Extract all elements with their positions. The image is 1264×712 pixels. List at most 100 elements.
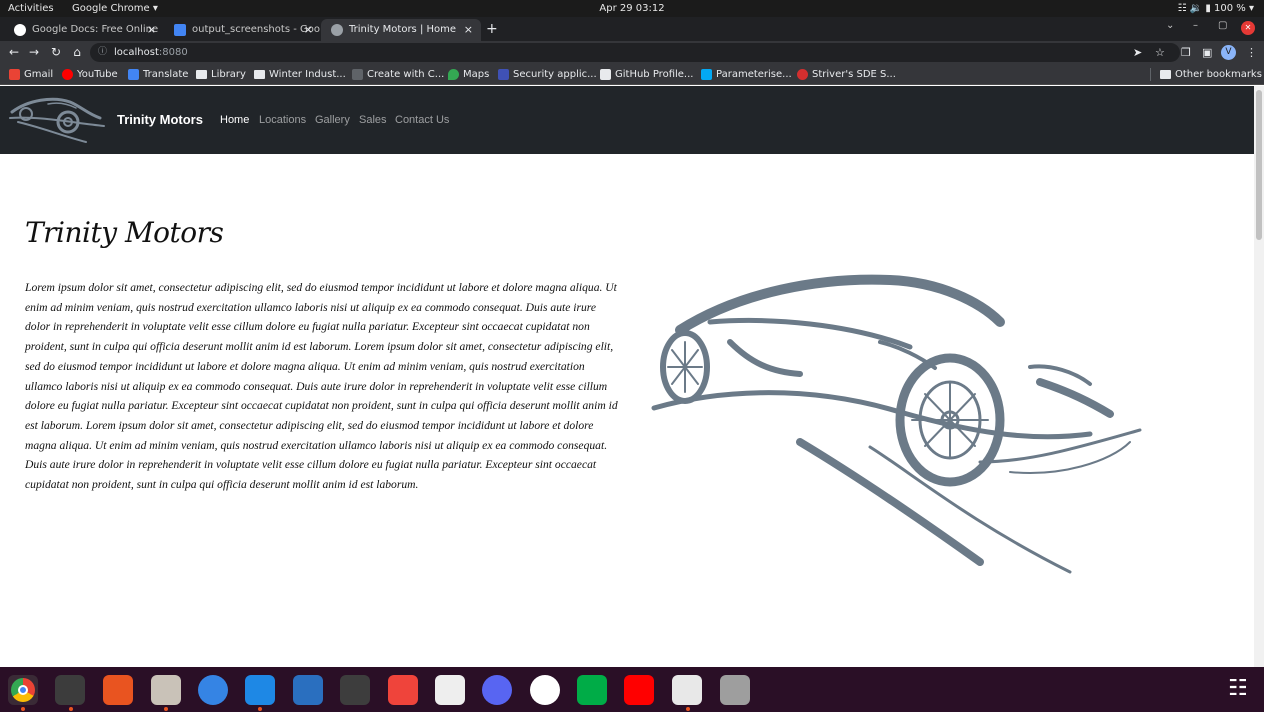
terminal-icon[interactable] xyxy=(55,675,85,705)
discord-icon[interactable] xyxy=(482,675,512,705)
tab-trinity-motors[interactable]: Trinity Motors | Home × xyxy=(321,19,481,41)
system-monitor-icon[interactable] xyxy=(340,675,370,705)
system-status-menu[interactable]: ☷ 🔉 ▮ 100 % ▾ xyxy=(1178,0,1254,17)
bookmark-label: Create with C... xyxy=(367,69,445,80)
bookmarks-bar: Gmail YouTube Translate Library Winter I… xyxy=(0,64,1264,85)
chrome-menu-icon[interactable]: ⋮ xyxy=(1246,41,1257,64)
new-tab-button[interactable]: + xyxy=(486,19,498,39)
github-icon xyxy=(600,69,611,80)
running-indicator xyxy=(686,707,690,711)
clock[interactable]: Apr 29 03:12 xyxy=(0,0,1264,17)
files-icon[interactable] xyxy=(151,675,181,705)
scrollbar-thumb[interactable] xyxy=(1256,90,1262,240)
running-indicator xyxy=(21,707,25,711)
show-apps-icon[interactable]: ☷ xyxy=(1228,675,1248,703)
page-title: Trinity Motors xyxy=(25,216,224,249)
dock-chrome[interactable] xyxy=(8,675,38,705)
software-center-icon[interactable] xyxy=(103,675,133,705)
nav-sales[interactable]: Sales xyxy=(359,114,387,126)
bookmark-security-app[interactable]: Security applic... xyxy=(498,64,597,85)
nav-home[interactable]: Home xyxy=(220,114,249,126)
bookmark-create-with[interactable]: Create with C... xyxy=(352,64,444,85)
tab-google-docs[interactable]: Google Docs: Free Online × xyxy=(4,19,164,41)
help-icon[interactable] xyxy=(198,675,228,705)
side-panel-icon[interactable]: ▣ xyxy=(1202,41,1212,64)
close-window-button[interactable]: ✕ xyxy=(1241,21,1255,35)
main-content: Trinity Motors Lorem ipsum dolor sit ame… xyxy=(0,154,1254,667)
folder-icon xyxy=(254,70,265,79)
bookmark-parameterise[interactable]: Parameterise... xyxy=(701,64,792,85)
send-to-devices-icon[interactable]: ➤ xyxy=(1133,41,1142,64)
maps-icon xyxy=(448,69,459,80)
car-illustration xyxy=(651,274,1142,574)
writer-icon[interactable] xyxy=(293,675,323,705)
system-top-bar: Activities Google Chrome ▾ Apr 29 03:12 … xyxy=(0,0,1264,17)
folder-icon xyxy=(196,70,207,79)
site-info-icon[interactable]: ⓘ xyxy=(98,43,107,62)
browser-toolbar: ← → ↻ ⌂ ⓘ localhost:8080 ➤ ☆ ❒ ▣ ⋮ xyxy=(0,41,1264,64)
bookmark-label: Maps xyxy=(463,69,490,80)
google-icon xyxy=(14,24,26,36)
extensions-icon[interactable]: ❒ xyxy=(1181,41,1191,64)
bookmark-label: Library xyxy=(211,69,246,80)
bookmark-label: Winter Indust... xyxy=(269,69,346,80)
youtube-icon xyxy=(62,69,73,80)
google-chat-icon[interactable] xyxy=(577,675,607,705)
globe-icon xyxy=(331,24,343,36)
tab-close-icon[interactable]: × xyxy=(464,19,473,41)
mongodb-compass-icon[interactable] xyxy=(530,675,560,705)
tab-output-screenshots[interactable]: output_screenshots - Goo × xyxy=(164,19,321,41)
usb-drive-icon[interactable] xyxy=(720,675,750,705)
bookmark-translate[interactable]: Translate xyxy=(128,64,188,85)
translate-icon xyxy=(128,69,139,80)
back-icon[interactable]: ← xyxy=(6,41,22,64)
youtube-app-icon[interactable] xyxy=(624,675,654,705)
bookmark-library[interactable]: Library xyxy=(196,64,246,85)
minimize-button[interactable]: – xyxy=(1193,20,1198,31)
tab-close-icon[interactable]: × xyxy=(147,19,156,41)
other-bookmarks[interactable]: Other bookmarks xyxy=(1160,64,1262,85)
bookmark-github-profile[interactable]: GitHub Profile... xyxy=(600,64,693,85)
address-bar[interactable]: ⓘ localhost:8080 xyxy=(90,43,1180,62)
url-port: :8080 xyxy=(158,47,188,58)
bookmark-star-icon[interactable]: ☆ xyxy=(1155,41,1165,64)
bookmark-strivers-sde[interactable]: Striver's SDE S... xyxy=(797,64,896,85)
profile-avatar[interactable]: V xyxy=(1221,45,1236,60)
bookmark-gmail[interactable]: Gmail xyxy=(9,64,53,85)
url-host: localhost xyxy=(114,47,159,58)
running-indicator xyxy=(258,707,262,711)
text-editor-icon[interactable] xyxy=(672,675,702,705)
dock: ☷ xyxy=(0,667,1264,712)
document-viewer-icon[interactable] xyxy=(435,675,465,705)
security-icon xyxy=(498,69,509,80)
site-navbar: Trinity Motors Home Locations Gallery Sa… xyxy=(0,86,1254,154)
restore-button[interactable]: ▢ xyxy=(1218,20,1227,31)
bookmark-label: Security applic... xyxy=(513,69,597,80)
nav-locations[interactable]: Locations xyxy=(259,114,306,126)
bookmark-label: Striver's SDE S... xyxy=(812,69,896,80)
bookmark-winter-industry[interactable]: Winter Indust... xyxy=(254,64,346,85)
folder-icon xyxy=(1160,70,1171,79)
vscode-icon[interactable] xyxy=(245,675,275,705)
site-brand[interactable]: Trinity Motors xyxy=(117,112,203,127)
chrome-center xyxy=(18,685,28,695)
page-scrollbar[interactable] xyxy=(1254,86,1264,667)
tab-label: Google Docs: Free Online xyxy=(32,24,159,35)
running-indicator xyxy=(164,707,168,711)
nav-contact-us[interactable]: Contact Us xyxy=(395,114,449,126)
striver-icon xyxy=(797,69,808,80)
nav-gallery[interactable]: Gallery xyxy=(315,114,350,126)
home-icon[interactable]: ⌂ xyxy=(69,41,85,64)
anydesk-icon[interactable] xyxy=(388,675,418,705)
tab-search-icon[interactable]: ⌄ xyxy=(1166,20,1174,31)
bookmark-label: Parameterise... xyxy=(716,69,792,80)
reload-icon[interactable]: ↻ xyxy=(48,41,64,64)
bookmark-youtube[interactable]: YouTube xyxy=(62,64,118,85)
running-indicator xyxy=(69,707,73,711)
forward-icon[interactable]: → xyxy=(26,41,42,64)
tab-close-icon[interactable]: × xyxy=(304,19,313,41)
bookmark-label: Gmail xyxy=(24,69,54,80)
car-logo-icon[interactable] xyxy=(8,92,108,146)
create-icon xyxy=(352,69,363,80)
bookmark-maps[interactable]: Maps xyxy=(448,64,489,85)
